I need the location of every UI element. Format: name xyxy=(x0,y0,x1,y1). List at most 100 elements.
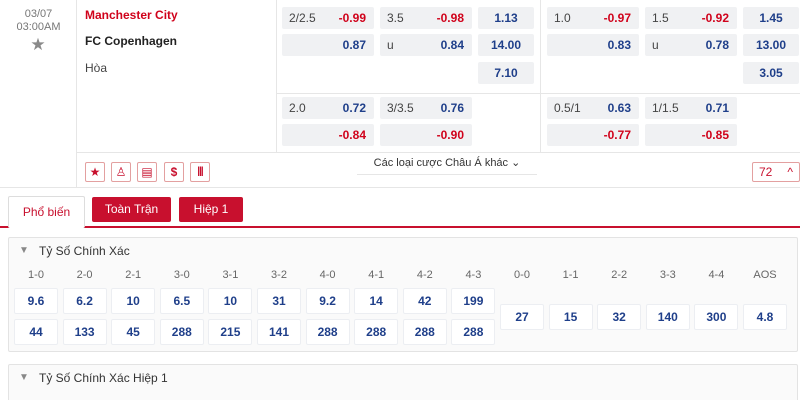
score-label: 3-0 xyxy=(173,269,190,281)
h1-handicap-away-1[interactable]: 0.83 xyxy=(547,34,639,56)
ft-handicap-home-2[interactable]: 2.0 0.72 xyxy=(282,97,374,119)
shirt-icon[interactable]: ♙ xyxy=(111,162,131,182)
h1-handicap-away-2[interactable]: -0.77 xyxy=(547,124,639,146)
odds-button[interactable]: 288 xyxy=(305,319,350,345)
stats-icon[interactable]: ||| xyxy=(190,162,210,182)
odds-value: -0.98 xyxy=(436,11,464,25)
tab-fulltime[interactable]: Toàn Trận xyxy=(92,197,171,222)
score-label: 2-1 xyxy=(125,269,142,281)
odds-button[interactable]: 6.2 xyxy=(62,288,107,314)
odds-button[interactable]: 288 xyxy=(451,319,496,345)
correct-score-h1-panel: ▼ Tỷ Số Chính Xác Hiệp 1 xyxy=(8,364,798,400)
odds-button[interactable]: 9.6 xyxy=(14,288,58,314)
ft-handicap-away-2[interactable]: -0.84 xyxy=(282,124,374,146)
correct-score-h1-header[interactable]: ▼ Tỷ Số Chính Xác Hiệp 1 xyxy=(9,365,797,391)
ft-handicap-home-1[interactable]: 2/2.5 -0.99 xyxy=(282,7,374,29)
odds-button[interactable]: 288 xyxy=(354,319,399,345)
market-tabs: Phổ biến Toàn Trận Hiệp 1 xyxy=(0,188,800,228)
odds-button[interactable]: 140 xyxy=(645,304,690,330)
odds-value: -0.92 xyxy=(701,11,729,25)
draw-label: Hòa xyxy=(85,61,108,75)
h1-under-2[interactable]: -0.85 xyxy=(645,124,737,146)
correct-score-panel: ▼ Tỷ Số Chính Xác 1-0 9.6 44 2-0 6.2 133 2-1 10… xyxy=(8,237,798,352)
score-label: 3-3 xyxy=(659,269,676,281)
chevron-down-icon: ⌄ xyxy=(511,157,521,169)
score-label: 4-0 xyxy=(319,269,336,281)
h1-1x2-away[interactable]: 13.00 xyxy=(743,34,799,56)
odds-button[interactable]: 133 xyxy=(62,319,107,345)
score-label: 2-2 xyxy=(611,269,628,281)
favorite-star-icon[interactable]: ★ xyxy=(29,36,47,54)
star-icon[interactable]: ★ xyxy=(85,162,105,182)
odds-button[interactable]: 10 xyxy=(111,288,156,314)
odds-value: -0.97 xyxy=(603,11,631,25)
odds-button[interactable]: 14 xyxy=(354,288,399,314)
odds-button[interactable]: 215 xyxy=(208,319,253,345)
odds-button[interactable]: 288 xyxy=(402,319,447,345)
handicap-line: 2/2.5 xyxy=(289,11,316,25)
h1-handicap-home-1[interactable]: 1.0 -0.97 xyxy=(547,7,639,29)
odds-button[interactable]: 32 xyxy=(597,304,642,330)
ft-1x2-draw[interactable]: 7.10 xyxy=(478,62,534,84)
handicap-line: 1.0 xyxy=(554,11,571,25)
odds-button[interactable]: 300 xyxy=(694,304,739,330)
odds-button[interactable]: 15 xyxy=(548,304,593,330)
ft-under-2[interactable]: -0.90 xyxy=(380,124,472,146)
h1-over-2[interactable]: 1/1.5 0.71 xyxy=(645,97,737,119)
odds-value: 0.71 xyxy=(705,101,729,115)
under-label: u xyxy=(387,38,394,52)
odds-value: 13.00 xyxy=(755,38,787,52)
odds-button[interactable]: 199 xyxy=(451,288,496,314)
odds-value: -0.84 xyxy=(338,128,366,142)
away-team-name: FC Copenhagen xyxy=(85,34,177,48)
odds-button[interactable]: 9.2 xyxy=(305,288,350,314)
under-label: u xyxy=(652,38,659,52)
odds-button[interactable]: 45 xyxy=(111,319,156,345)
match-row: 03/07 03:00AM ★ Manchester City FC Copen… xyxy=(0,0,800,188)
odds-button[interactable]: 31 xyxy=(257,288,301,314)
odds-value: 0.87 xyxy=(342,38,366,52)
odds-button[interactable]: 6.5 xyxy=(159,288,204,314)
ft-under-1[interactable]: u 0.84 xyxy=(380,34,472,56)
odds-value: 0.72 xyxy=(342,101,366,115)
h1-handicap-home-2[interactable]: 0.5/1 0.63 xyxy=(547,97,639,119)
odds-button[interactable]: 4.8 xyxy=(743,304,787,330)
h1-over-1[interactable]: 1.5 -0.92 xyxy=(645,7,737,29)
other-asian-bets-label: Các loại cược Châu Á khác xyxy=(373,157,509,169)
ft-over-2[interactable]: 3/3.5 0.76 xyxy=(380,97,472,119)
odds-button[interactable]: 141 xyxy=(257,319,301,345)
chevron-up-icon: ^ xyxy=(787,165,793,179)
home-team-name: Manchester City xyxy=(85,8,178,22)
h1-1x2-draw[interactable]: 3.05 xyxy=(743,62,799,84)
odds-value: 0.84 xyxy=(440,38,464,52)
match-toolbar: ★ ♙ ▤ $ ||| Các loại cược Châu Á khác ⌄ … xyxy=(77,152,800,188)
odds-value: -0.77 xyxy=(603,128,631,142)
match-datetime: 03/07 03:00AM ★ xyxy=(0,0,77,188)
odds-value: 3.05 xyxy=(759,66,783,80)
correct-score-header[interactable]: ▼ Tỷ Số Chính Xác xyxy=(9,238,797,264)
odds-button[interactable]: 42 xyxy=(402,288,447,314)
divider xyxy=(541,93,800,94)
panel-title: Tỷ Số Chính Xác xyxy=(39,244,130,258)
ticket-icon[interactable]: ▤ xyxy=(137,162,157,182)
dollar-icon[interactable]: $ xyxy=(164,162,184,182)
odds-value: 1.45 xyxy=(759,11,783,25)
ft-over-1[interactable]: 3.5 -0.98 xyxy=(380,7,472,29)
ft-1x2-home[interactable]: 1.13 xyxy=(478,7,534,29)
ft-1x2-away[interactable]: 14.00 xyxy=(478,34,534,56)
tab-popular[interactable]: Phổ biến xyxy=(8,196,85,228)
score-label: 4-3 xyxy=(465,269,482,281)
h1-1x2-home[interactable]: 1.45 xyxy=(743,7,799,29)
odds-button[interactable]: 44 xyxy=(14,319,58,345)
match-time: 03:00AM xyxy=(16,21,61,33)
odds-value: 0.78 xyxy=(705,38,729,52)
odds-button[interactable]: 10 xyxy=(208,288,253,314)
odds-button[interactable]: 27 xyxy=(500,304,544,330)
tab-half1[interactable]: Hiệp 1 xyxy=(179,197,243,222)
h1-under-1[interactable]: u 0.78 xyxy=(645,34,737,56)
ft-handicap-away-1[interactable]: 0.87 xyxy=(282,34,374,56)
total-line: 1/1.5 xyxy=(652,101,679,115)
more-markets-count[interactable]: 72 ^ xyxy=(752,162,800,182)
odds-button[interactable]: 288 xyxy=(159,319,204,345)
other-asian-bets-toggle[interactable]: Các loại cược Châu Á khác ⌄ xyxy=(357,153,537,175)
